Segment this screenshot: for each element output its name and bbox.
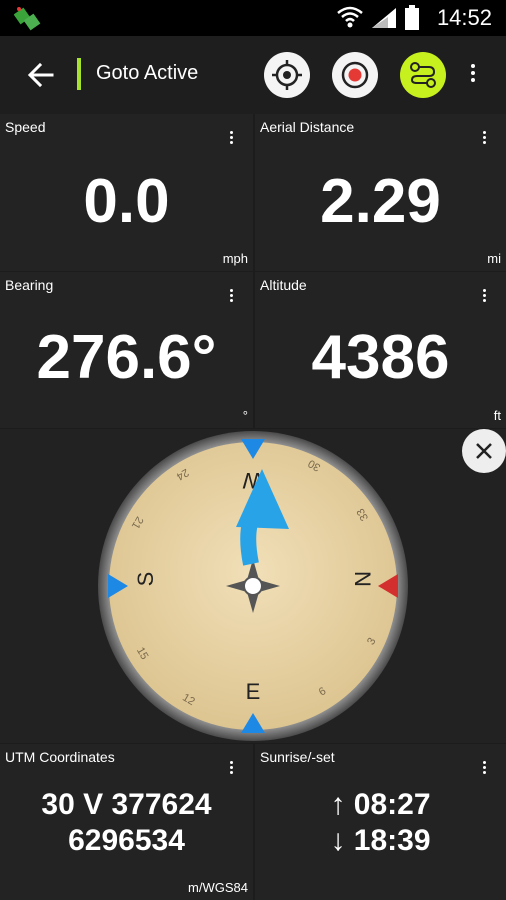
page-title: Goto Active xyxy=(96,62,199,84)
distance-unit: mi xyxy=(487,251,501,266)
cardinal-n: N xyxy=(350,571,375,587)
cardinal-s: S xyxy=(133,572,158,587)
record-icon xyxy=(341,61,369,89)
overflow-menu-icon[interactable] xyxy=(470,64,476,85)
cardinal-e: E xyxy=(246,679,261,704)
sunset-time: ↓ 18:39 xyxy=(330,824,431,857)
app-bar: Goto Active xyxy=(0,36,506,114)
clock: 14:52 xyxy=(436,5,492,30)
tile-menu-icon[interactable] xyxy=(483,289,486,304)
utm-unit: m/WGS84 xyxy=(188,880,248,895)
utm-coordinates-tile[interactable]: UTM Coordinates 30 V 377624 6296534 m/WG… xyxy=(0,744,253,900)
bearing-unit: ° xyxy=(242,408,248,423)
compass[interactable]: W N E S 30 33 3 6 12 15 21 24 xyxy=(0,429,506,743)
locate-icon xyxy=(272,60,302,90)
route-button[interactable] xyxy=(400,52,446,98)
bearing-tile[interactable]: Bearing 276.6° ° xyxy=(0,272,253,428)
distance-value: 2.29 xyxy=(320,167,441,236)
tile-menu-icon[interactable] xyxy=(483,131,486,146)
sunrise-time: ↑ 08:27 xyxy=(330,788,431,821)
compass-panel: W N E S 30 33 3 6 12 15 21 24 xyxy=(0,429,506,743)
tile-label: Bearing xyxy=(5,277,54,293)
battery-icon xyxy=(405,5,419,30)
tile-menu-icon[interactable] xyxy=(230,131,233,146)
tile-label: Aerial Distance xyxy=(260,119,355,135)
bearing-value: 276.6° xyxy=(36,323,217,392)
utm-line1: 30 V 377624 xyxy=(41,788,212,821)
speed-unit: mph xyxy=(222,251,248,266)
app-notification-icon xyxy=(14,7,41,31)
aerial-distance-tile[interactable]: Aerial Distance 2.29 mi xyxy=(255,114,506,271)
close-compass-button[interactable] xyxy=(462,429,506,473)
sunrise-sunset-tile[interactable]: Sunrise/-set ↑ 08:27 ↓ 18:39 xyxy=(255,744,506,900)
tile-menu-icon[interactable] xyxy=(230,761,233,776)
back-arrow-icon[interactable] xyxy=(24,58,58,92)
locate-button[interactable] xyxy=(264,52,310,98)
altitude-unit: ft xyxy=(493,408,501,423)
signal-icon xyxy=(372,8,396,28)
tile-label: Sunrise/-set xyxy=(260,749,335,765)
close-icon xyxy=(476,443,492,459)
speed-value: 0.0 xyxy=(83,167,170,236)
altitude-tile[interactable]: Altitude 4386 ft xyxy=(255,272,506,428)
status-bar: 14:52 xyxy=(0,0,506,36)
tile-menu-icon[interactable] xyxy=(483,761,486,776)
title-accent-bar xyxy=(77,58,81,90)
altitude-value: 4386 xyxy=(311,323,450,392)
speed-tile[interactable]: Speed 0.0 mph xyxy=(0,114,253,271)
record-button[interactable] xyxy=(332,52,378,98)
route-icon xyxy=(410,62,436,88)
tile-menu-icon[interactable] xyxy=(230,289,233,304)
tile-label: Speed xyxy=(5,119,46,135)
tile-label: UTM Coordinates xyxy=(5,749,115,765)
utm-line2: 6296534 xyxy=(68,824,185,857)
wifi-icon xyxy=(337,6,363,28)
tile-label: Altitude xyxy=(260,277,307,293)
